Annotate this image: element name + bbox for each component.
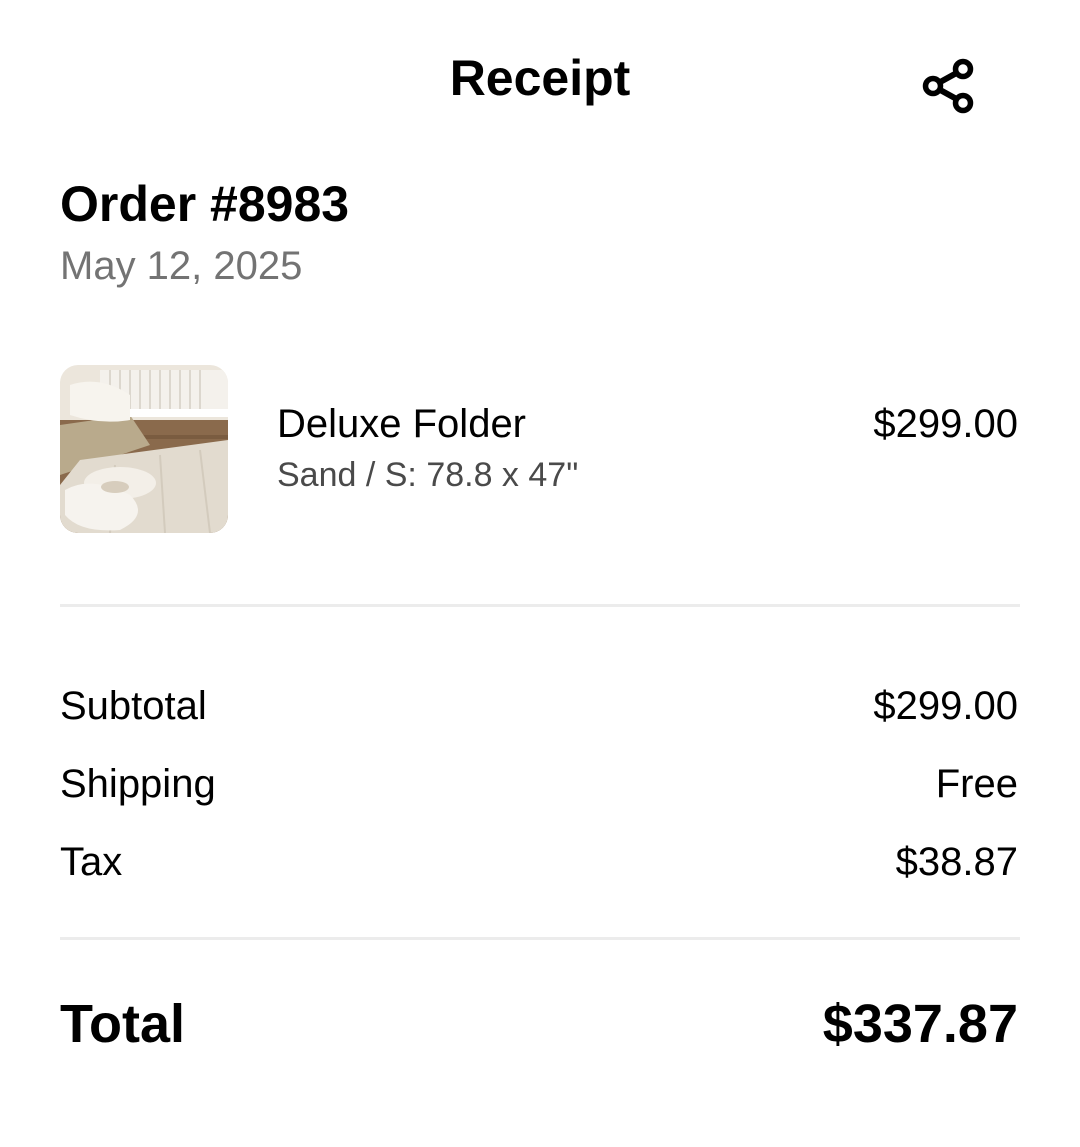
total-label: Total [60,994,185,1054]
subtotal-value: $299.00 [873,684,1018,728]
product-thumbnail[interactable] [60,365,228,533]
tax-value: $38.87 [895,840,1018,884]
order-number: Order #8983 [60,176,350,232]
divider [60,604,1020,607]
tax-label: Tax [60,840,123,884]
divider [60,937,1020,940]
share-icon [922,58,974,114]
shipping-value: Free [935,762,1018,806]
product-name: Deluxe Folder [277,402,527,446]
product-price: $299.00 [873,402,1018,446]
subtotal-label: Subtotal [60,684,207,728]
share-button[interactable] [912,50,984,122]
order-date: May 12, 2025 [60,244,303,288]
total-value: $337.87 [822,994,1018,1054]
shipping-label: Shipping [60,762,216,806]
product-variant: Sand / S: 78.8 x 47" [277,456,579,494]
